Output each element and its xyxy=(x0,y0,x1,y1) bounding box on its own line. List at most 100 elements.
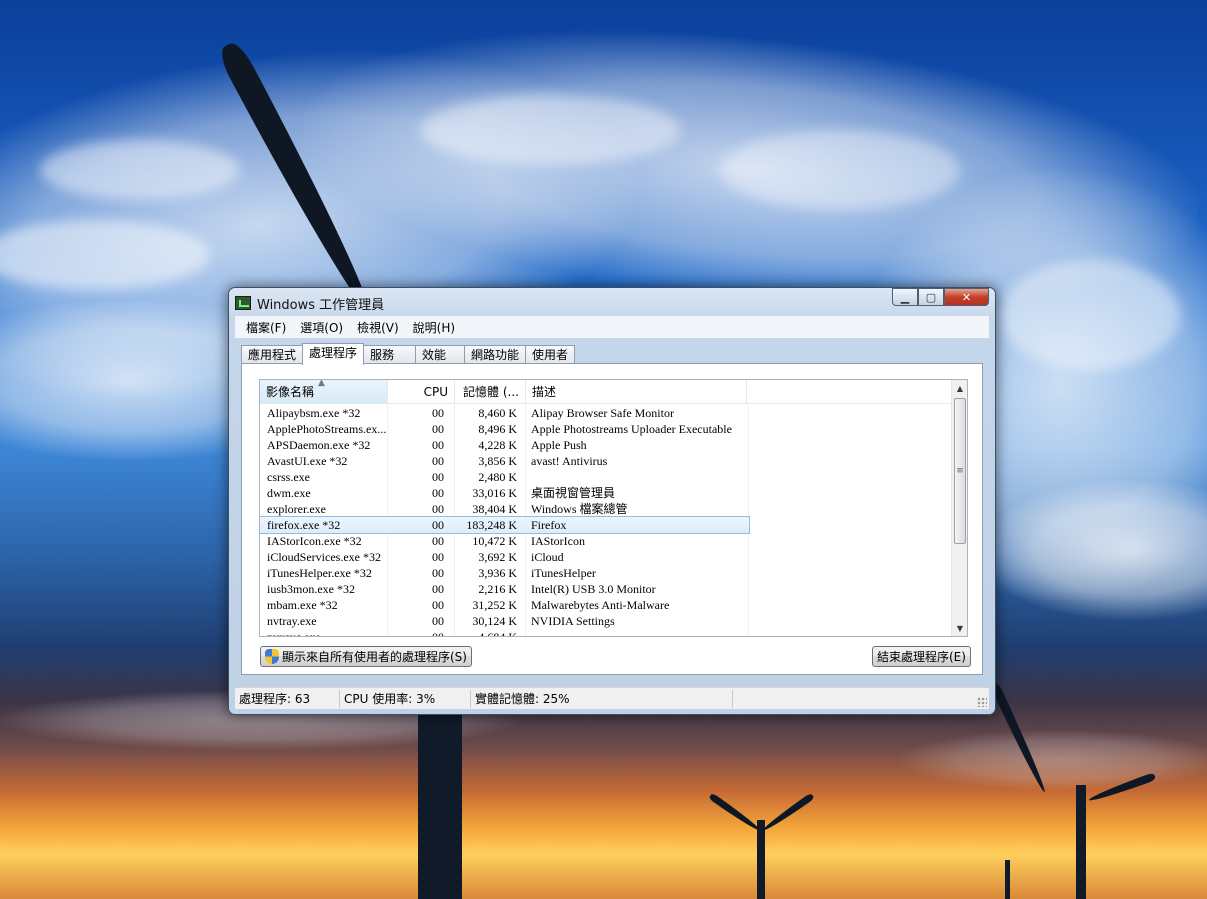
process-cpu-cell: 00 xyxy=(432,630,444,637)
list-header: ▲ 影像名稱 CPU 記憶體 (... 描述 xyxy=(260,380,952,404)
menu-view[interactable]: 檢視(V) xyxy=(350,319,406,336)
process-name-cell: iCloudServices.exe *32 xyxy=(267,550,381,564)
table-row[interactable]: ApplePhotoStreams.ex... 00 8,496 K Apple Ph… xyxy=(260,421,952,437)
show-all-users-processes-button[interactable]: 顯示來自所有使用者的處理程序(S) xyxy=(260,646,472,667)
process-memory-cell: 183,248 K xyxy=(466,518,517,532)
status-bar: 處理程序: 63 CPU 使用率: 3% 實體記憶體: 25% xyxy=(235,687,989,709)
process-cpu-cell: 00 xyxy=(432,406,444,420)
table-row[interactable]: firefox.exe *32 00 183,248 K Firefox xyxy=(260,516,750,534)
process-name-cell: firefox.exe *32 xyxy=(267,518,341,532)
column-image-name[interactable]: ▲ 影像名稱 xyxy=(260,380,388,404)
process-description-cell: Malwarebytes Anti-Malware xyxy=(531,598,670,612)
vertical-scrollbar[interactable]: ▲ ≡ ▼ xyxy=(951,380,967,636)
process-name-cell: nvtray.exe xyxy=(267,614,317,628)
processes-panel: ▲ 影像名稱 CPU 記憶體 (... 描述 Alipaybsm.exe *32… xyxy=(241,363,983,675)
window-controls: ▁ ▢ ✕ xyxy=(892,288,989,306)
tab-networking[interactable]: 網路功能 xyxy=(464,345,527,365)
process-memory-cell: 4,228 K xyxy=(478,438,517,452)
process-description-cell: Intel(R) USB 3.0 Monitor xyxy=(531,582,656,596)
process-memory-cell: 2,216 K xyxy=(478,582,517,596)
table-row[interactable]: Alipaybsm.exe *32 00 8,460 K Alipay Browser… xyxy=(260,405,952,421)
process-cpu-cell: 00 xyxy=(432,534,444,548)
scroll-down-icon[interactable]: ▼ xyxy=(952,620,967,636)
tab-processes[interactable]: 處理程序 xyxy=(302,343,365,365)
tab-applications[interactable]: 應用程式 xyxy=(241,345,304,365)
table-row[interactable]: dwm.exe 00 33,016 K 桌面視窗管理員 xyxy=(260,485,952,501)
process-cpu-cell: 00 xyxy=(432,454,444,468)
table-row[interactable]: iusb3mon.exe *32 00 2,216 K Intel(R) USB 3.… xyxy=(260,581,952,597)
process-cpu-cell: 00 xyxy=(432,566,444,580)
maximize-button[interactable]: ▢ xyxy=(918,288,944,306)
table-row[interactable]: iCloudServices.exe *32 00 3,692 K iCloud xyxy=(260,549,952,565)
process-memory-cell: 31,252 K xyxy=(472,598,517,612)
end-process-label: 結束處理程序(E) xyxy=(877,650,966,664)
process-name-cell: APSDaemon.exe *32 xyxy=(267,438,371,452)
table-row[interactable]: nvxsvc.exe 00 4,684 K xyxy=(260,629,952,637)
process-name-cell: dwm.exe xyxy=(267,486,311,500)
process-cpu-cell: 00 xyxy=(432,518,444,532)
tab-performance[interactable]: 效能 xyxy=(415,345,466,365)
process-description-cell: avast! Antivirus xyxy=(531,454,608,468)
table-row[interactable]: csrss.exe 00 2,480 K xyxy=(260,469,952,485)
table-row[interactable]: APSDaemon.exe *32 00 4,228 K Apple Push xyxy=(260,437,952,453)
process-name-cell: iTunesHelper.exe *32 xyxy=(267,566,372,580)
column-cpu[interactable]: CPU xyxy=(388,380,455,404)
process-name-cell: iusb3mon.exe *32 xyxy=(267,582,355,596)
table-row[interactable]: iTunesHelper.exe *32 00 3,936 K iTunesHelpe… xyxy=(260,565,952,581)
process-cpu-cell: 00 xyxy=(432,470,444,484)
process-description-cell: Apple Push xyxy=(531,438,587,452)
process-memory-cell: 30,124 K xyxy=(472,614,517,628)
column-description[interactable]: 描述 xyxy=(526,380,747,404)
process-name-cell: explorer.exe xyxy=(267,502,326,516)
process-name-cell: AvastUI.exe *32 xyxy=(267,454,348,468)
menu-file[interactable]: 檔案(F) xyxy=(239,319,293,336)
process-memory-cell: 33,016 K xyxy=(472,486,517,500)
resize-grip-icon[interactable] xyxy=(977,697,987,707)
tab-users[interactable]: 使用者 xyxy=(525,345,576,365)
process-description-cell: 桌面視窗管理員 xyxy=(531,486,616,500)
menu-options[interactable]: 選項(O) xyxy=(293,319,350,336)
status-cpu-usage: CPU 使用率: 3% xyxy=(340,689,471,708)
scroll-thumb[interactable]: ≡ xyxy=(954,398,966,544)
status-processes: 處理程序: 63 xyxy=(235,689,340,708)
process-description-cell: IAStorIcon xyxy=(531,534,585,548)
process-description-cell xyxy=(526,469,747,485)
process-memory-cell: 3,856 K xyxy=(478,454,517,468)
process-cpu-cell: 00 xyxy=(432,598,444,612)
process-memory-cell: 2,480 K xyxy=(478,470,517,484)
menu-bar: 檔案(F) 選項(O) 檢視(V) 說明(H) xyxy=(235,316,989,338)
process-memory-cell: 8,496 K xyxy=(478,422,517,436)
table-row[interactable]: nvtray.exe 00 30,124 K NVIDIA Settings xyxy=(260,613,952,629)
table-row[interactable]: mbam.exe *32 00 31,252 K Malwarebytes Anti-… xyxy=(260,597,952,613)
status-physical-memory: 實體記憶體: 25% xyxy=(471,689,733,708)
scroll-up-icon[interactable]: ▲ xyxy=(952,380,967,396)
process-cpu-cell: 00 xyxy=(432,550,444,564)
process-cpu-cell: 00 xyxy=(432,502,444,516)
process-memory-cell: 8,460 K xyxy=(478,406,517,420)
process-name-cell: ApplePhotoStreams.ex... xyxy=(267,422,387,436)
column-image-name-label: 影像名稱 xyxy=(266,385,315,399)
table-row[interactable]: explorer.exe 00 38,404 K Windows 檔案總管 xyxy=(260,501,952,517)
title-bar[interactable]: Windows 工作管理員 ▁ ▢ ✕ xyxy=(235,288,989,314)
process-name-cell: nvxsvc.exe xyxy=(267,630,321,637)
close-button[interactable]: ✕ xyxy=(944,288,989,306)
process-cpu-cell: 00 xyxy=(432,422,444,436)
process-name-cell: csrss.exe xyxy=(267,470,310,484)
table-row[interactable]: IAStorIcon.exe *32 00 10,472 K IAStorIcon xyxy=(260,533,952,549)
menu-help[interactable]: 說明(H) xyxy=(406,319,462,336)
window-title: Windows 工作管理員 xyxy=(257,297,385,313)
process-memory-cell: 3,936 K xyxy=(478,566,517,580)
tab-services[interactable]: 服務 xyxy=(363,345,417,365)
process-memory-cell: 4,684 K xyxy=(478,630,517,637)
process-description-cell: Firefox xyxy=(531,518,567,532)
table-row[interactable]: AvastUI.exe *32 00 3,856 K avast! Antivirus xyxy=(260,453,952,469)
process-description-cell: Windows 檔案總管 xyxy=(531,502,628,516)
column-memory[interactable]: 記憶體 (... xyxy=(455,380,526,404)
process-list[interactable]: ▲ 影像名稱 CPU 記憶體 (... 描述 Alipaybsm.exe *32… xyxy=(259,379,968,637)
process-rows: Alipaybsm.exe *32 00 8,460 K Alipay Browser… xyxy=(260,405,952,637)
process-cpu-cell: 00 xyxy=(432,614,444,628)
process-memory-cell: 3,692 K xyxy=(478,550,517,564)
end-process-button[interactable]: 結束處理程序(E) xyxy=(872,646,971,667)
minimize-button[interactable]: ▁ xyxy=(892,288,918,306)
task-manager-window: Windows 工作管理員 ▁ ▢ ✕ 檔案(F) 選項(O) 檢視(V) 說明… xyxy=(228,287,996,715)
